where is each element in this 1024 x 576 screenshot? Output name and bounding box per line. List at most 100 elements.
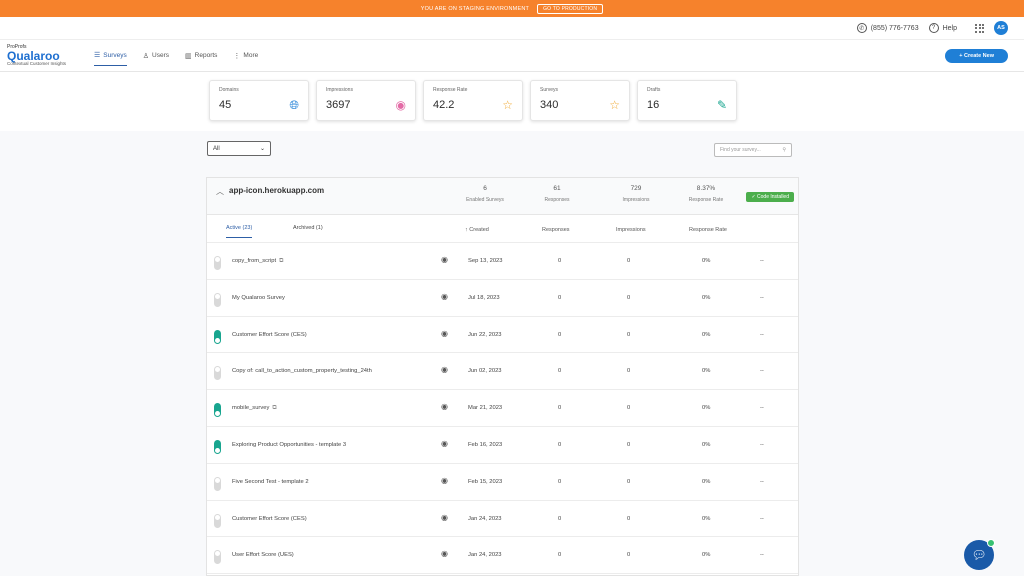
- survey-name[interactable]: Customer Effort Score (CES): [232, 332, 307, 338]
- survey-name[interactable]: Exploring Product Opportunities - templa…: [232, 442, 346, 448]
- stat-card-domains[interactable]: Domains 45 🌐︎: [209, 80, 309, 121]
- stat-card-response-rate[interactable]: Response Rate 42.2 ☆: [423, 80, 523, 121]
- table-row[interactable]: Five Second Test - template 2 ◉ Feb 15, 20…: [207, 464, 798, 501]
- survey-toggle[interactable]: [214, 403, 221, 418]
- go-to-production-button[interactable]: GO TO PRODUCTION: [537, 3, 604, 14]
- table-row[interactable]: Customer Effort Score (CES) ◉ Jun 22, 2023…: [207, 317, 798, 354]
- search-placeholder: Find your survey...: [720, 147, 761, 153]
- nav-surveys[interactable]: ☰ Surveys: [94, 45, 127, 66]
- stat-card-drafts[interactable]: Drafts 16 ✎: [637, 80, 737, 121]
- preview-eye-icon[interactable]: ◉: [441, 513, 448, 522]
- responses-count: 0: [558, 515, 562, 522]
- stat-label: Impressions: [326, 87, 353, 93]
- table-row[interactable]: Customer Effort Score (CES) ◉ Jan 24, 2023…: [207, 501, 798, 538]
- impressions-count: 0: [627, 405, 631, 412]
- survey-tabs-row: Active (23) Archived (1) ↑ Created Respo…: [207, 215, 798, 243]
- status-filter-select[interactable]: All ⌄: [207, 141, 271, 156]
- more-icon: ⋮: [233, 52, 241, 60]
- preview-eye-icon[interactable]: ◉: [441, 365, 448, 374]
- survey-name[interactable]: copy_from_script ⧉: [232, 258, 283, 265]
- nav-users[interactable]: ♙ Users: [143, 45, 169, 66]
- impressions-count: 0: [627, 441, 631, 448]
- help-label: Help: [942, 24, 957, 32]
- metric-label: Impressions: [622, 197, 650, 203]
- survey-name-text: mobile_survey: [232, 405, 270, 412]
- edit-icon: ✎: [716, 98, 727, 112]
- survey-name[interactable]: Five Second Test - template 2: [232, 479, 309, 485]
- survey-name[interactable]: Copy of: call_to_action_custom_property_…: [232, 368, 372, 374]
- survey-toggle[interactable]: [214, 329, 221, 344]
- stat-card-impressions[interactable]: Impressions 3697 ◉: [316, 80, 416, 121]
- stat-value: 42.2: [433, 99, 455, 111]
- response-rate-value: 0%: [702, 552, 711, 559]
- survey-toggle[interactable]: [214, 256, 221, 270]
- survey-toggle[interactable]: [214, 476, 221, 491]
- impressions-count: 0: [627, 368, 631, 375]
- help-link[interactable]: ? Help: [928, 23, 957, 33]
- chevron-up-icon[interactable]: ︿: [216, 186, 224, 197]
- stat-value: 16: [647, 99, 660, 111]
- chevron-down-icon: ⌄: [259, 146, 265, 152]
- domain-panel-header[interactable]: ︿ app-icon.herokuapp.com 6 Enabled Surve…: [207, 178, 798, 215]
- survey-name-text: Customer Effort Score (CES): [232, 331, 307, 338]
- preview-eye-icon[interactable]: ◉: [441, 402, 448, 411]
- survey-name[interactable]: My Qualaroo Survey: [232, 295, 285, 301]
- survey-toggle[interactable]: [214, 292, 221, 307]
- chat-widget-button[interactable]: 💬︎: [964, 539, 995, 570]
- help-icon: ?: [928, 23, 939, 33]
- survey-toggle[interactable]: [214, 366, 221, 381]
- survey-toggle[interactable]: [214, 439, 221, 454]
- survey-toggle[interactable]: [214, 550, 221, 565]
- created-date: Jan 24, 2023: [468, 515, 502, 522]
- row-extra: --: [760, 441, 764, 448]
- preview-eye-icon[interactable]: ◉: [441, 329, 448, 338]
- domain-name[interactable]: app-icon.herokuapp.com: [229, 186, 324, 195]
- staging-banner: YOU ARE ON STAGING ENVIRONMENT GO TO PRO…: [0, 0, 1024, 17]
- phone-link[interactable]: ✆ (855) 776-7763: [856, 23, 919, 33]
- copy-icon[interactable]: ⧉: [272, 405, 276, 411]
- preview-eye-icon[interactable]: ◉: [441, 292, 448, 301]
- stat-card-surveys[interactable]: Surveys 340 ☆: [530, 80, 630, 121]
- survey-toggle[interactable]: [214, 513, 221, 528]
- survey-name-text: Five Second Test - template 2: [232, 478, 309, 485]
- preview-eye-icon[interactable]: ◉: [441, 439, 448, 448]
- table-row[interactable]: copy_from_script ⧉ ◉ Sep 13, 2023 0 0 0% --: [207, 243, 798, 280]
- response-rate-value: 0%: [702, 515, 711, 522]
- stat-label: Response Rate: [433, 87, 468, 93]
- copy-icon[interactable]: ⧉: [279, 258, 283, 264]
- logo-tagline: Contextual Customer Insights: [7, 60, 67, 66]
- stats-row: Domains 45 🌐︎ Impressions 3697 ◉ Respons…: [0, 72, 1024, 131]
- created-date: Jun 02, 2023: [468, 368, 502, 375]
- table-row[interactable]: My Qualaroo Survey ◉ Jul 18, 2023 0 0 0% --: [207, 280, 798, 317]
- preview-eye-icon[interactable]: ◉: [441, 549, 448, 558]
- eye-icon: ◉: [395, 98, 406, 112]
- metric-value: 6: [483, 185, 487, 192]
- row-extra: --: [760, 552, 764, 559]
- code-installed-badge[interactable]: ✓ Code Installed: [746, 192, 794, 202]
- qualaroo-logo[interactable]: ProProfs Qualaroo Contextual Customer In…: [7, 44, 77, 67]
- create-new-button[interactable]: + Create New: [945, 48, 1008, 63]
- apps-grid-icon[interactable]: [975, 23, 984, 33]
- table-row[interactable]: Exploring Product Opportunities - templa…: [207, 427, 798, 464]
- user-icon: ♙: [142, 52, 150, 60]
- row-extra: --: [760, 331, 764, 338]
- user-avatar[interactable]: AS: [994, 21, 1008, 35]
- preview-eye-icon[interactable]: ◉: [441, 255, 448, 264]
- column-header-created[interactable]: ↑ Created: [465, 227, 489, 233]
- stat-label: Drafts: [647, 87, 661, 93]
- survey-search-input[interactable]: Find your survey... ⚲: [714, 143, 792, 157]
- survey-name[interactable]: User Effort Score (UES): [232, 552, 294, 558]
- tab-active[interactable]: Active (23): [226, 225, 253, 238]
- impressions-count: 0: [627, 331, 631, 338]
- table-row[interactable]: User Effort Score (UES) ◉ Jan 24, 2023 0 0 0%…: [207, 537, 798, 575]
- preview-eye-icon[interactable]: ◉: [441, 476, 448, 485]
- survey-name[interactable]: mobile_survey ⧉: [232, 405, 277, 412]
- table-row[interactable]: Copy of: call_to_action_custom_property_…: [207, 353, 798, 391]
- nav-more[interactable]: ⋮ More: [233, 45, 258, 66]
- impressions-count: 0: [627, 478, 631, 485]
- nav-reports[interactable]: ▥ Reports: [185, 45, 217, 66]
- survey-name[interactable]: Customer Effort Score (CES): [232, 516, 307, 522]
- tab-archived[interactable]: Archived (1): [293, 225, 323, 231]
- table-row[interactable]: mobile_survey ⧉ ◉ Mar 21, 2023 0 0 0% --: [207, 390, 798, 427]
- impressions-count: 0: [627, 515, 631, 522]
